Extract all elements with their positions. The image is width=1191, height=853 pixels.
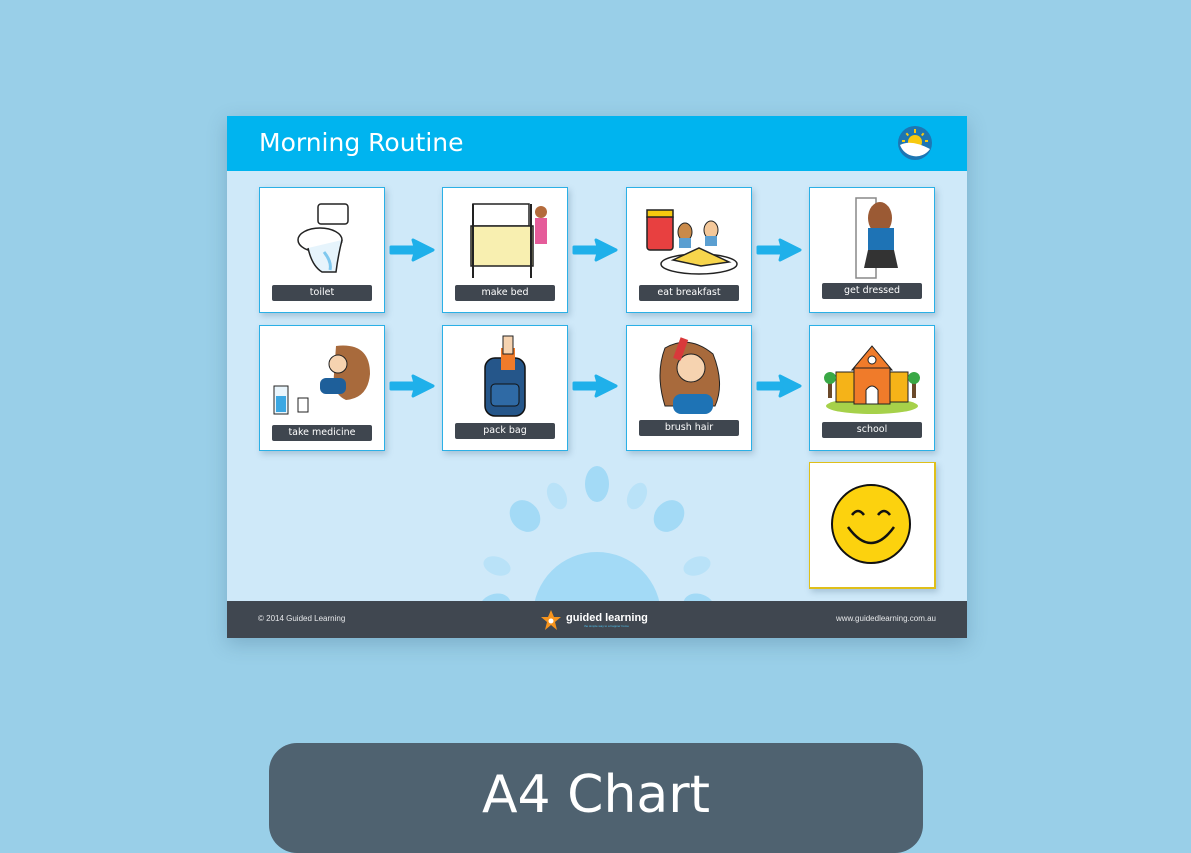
- step-card-pack-bag: pack bag: [442, 325, 568, 451]
- school-icon: [824, 345, 920, 414]
- step-card-take-medicine: take medicine: [259, 325, 385, 451]
- sunrise-icon: [898, 126, 932, 160]
- chart-title: Morning Routine: [259, 128, 464, 157]
- hairbrush-icon: [659, 337, 720, 414]
- step-card-make-bed: make bed: [442, 187, 568, 313]
- dressing-icon: [855, 197, 898, 279]
- backpack-icon: [484, 335, 526, 417]
- smiley-face-icon: [831, 484, 911, 564]
- star-logo-icon: [541, 610, 561, 630]
- step-card-toilet: toilet: [259, 187, 385, 313]
- medicine-icon: [273, 345, 370, 415]
- website-link[interactable]: www.guidedlearning.com.au: [836, 614, 936, 623]
- chart-footer: © 2014 Guided Learning guided learning t…: [227, 601, 967, 638]
- step-label: get dressed: [822, 283, 922, 299]
- sun-watermark-icon: [479, 466, 715, 616]
- arrow-right-icon: [572, 238, 618, 262]
- arrow-right-icon: [572, 374, 618, 398]
- format-label: A4 Chart: [481, 765, 711, 825]
- step-label: eat breakfast: [639, 285, 739, 301]
- step-label: make bed: [455, 285, 555, 301]
- step-card-eat-breakfast: eat breakfast: [626, 187, 752, 313]
- breakfast-icon: [646, 209, 738, 275]
- brand-tagline: the simple way to a happier home: [584, 623, 629, 628]
- step-card-brush-hair: brush hair: [626, 325, 752, 451]
- chart-header: Morning Routine: [227, 116, 967, 171]
- step-label: toilet: [272, 285, 372, 301]
- brand-logo: guided learning the simple way to a happ…: [540, 608, 648, 632]
- step-label: take medicine: [272, 425, 372, 441]
- step-card-get-dressed: get dressed: [809, 187, 935, 313]
- step-label: school: [822, 422, 922, 438]
- reward-card: [809, 462, 936, 589]
- arrow-right-icon: [756, 374, 802, 398]
- toilet-icon: [297, 203, 349, 273]
- step-label: brush hair: [639, 420, 739, 436]
- brand-name: guided learning: [566, 611, 648, 624]
- bed-icon: [470, 203, 547, 278]
- format-banner: A4 Chart: [269, 743, 923, 853]
- copyright-text: © 2014 Guided Learning: [258, 614, 346, 623]
- step-label: pack bag: [455, 423, 555, 439]
- routine-chart-sheet: Morning Routine toilet make bed eat brea…: [227, 116, 967, 638]
- arrow-right-icon: [389, 238, 435, 262]
- arrow-right-icon: [756, 238, 802, 262]
- step-card-school: school: [809, 325, 935, 451]
- arrow-right-icon: [389, 374, 435, 398]
